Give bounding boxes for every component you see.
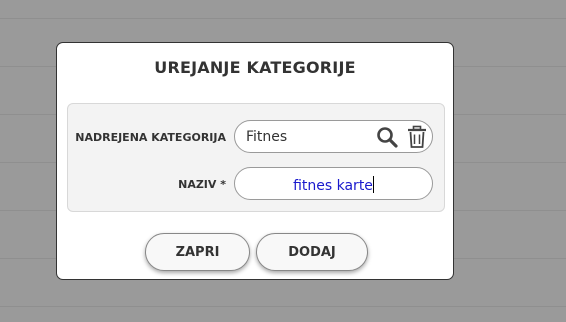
name-value-text: fitnes karte <box>293 178 373 194</box>
parent-category-label: NADREJENA KATEGORIJA <box>75 131 226 144</box>
parent-category-field[interactable]: Fitnes <box>234 120 433 153</box>
background-row-divider <box>0 18 566 19</box>
close-button[interactable]: ZAPRI <box>145 233 250 271</box>
name-field[interactable]: fitnes karte <box>234 167 433 200</box>
trash-icon[interactable] <box>406 125 428 149</box>
text-cursor <box>372 176 374 193</box>
edit-category-dialog: UREJANJE KATEGORIJE NADREJENA KATEGORIJA… <box>56 42 454 280</box>
search-icon[interactable] <box>376 125 398 149</box>
parent-category-value: Fitnes <box>246 129 288 145</box>
add-button[interactable]: DODAJ <box>256 233 368 271</box>
name-label: NAZIV * <box>178 178 226 191</box>
dialog-title: UREJANJE KATEGORIJE <box>154 58 356 77</box>
name-input-value: fitnes karte <box>235 176 432 194</box>
background-row-divider <box>0 306 566 307</box>
form-panel: NADREJENA KATEGORIJA Fitnes NAZIV * fitn… <box>67 103 445 212</box>
